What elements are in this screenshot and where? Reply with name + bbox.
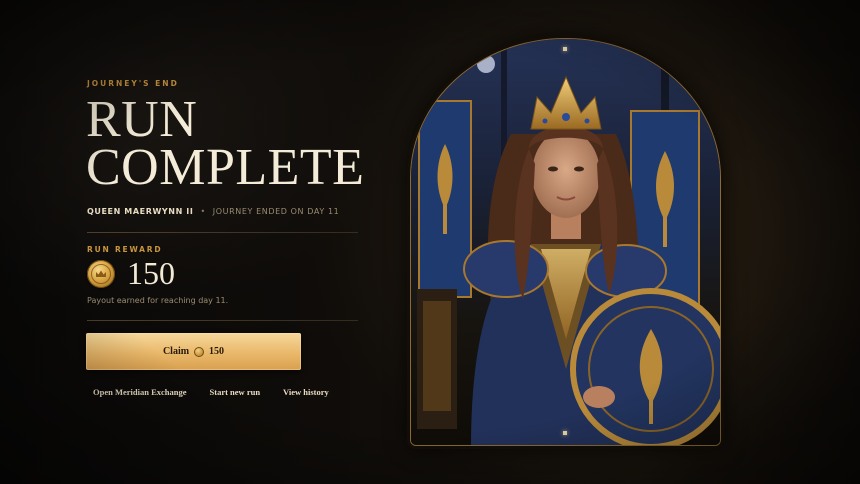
- claim-label: Claim: [162, 346, 190, 357]
- run-summary: QUEEN MAERWYNN II • JOURNEY ENDED ON DAY…: [87, 207, 339, 216]
- secondary-actions: Open Meridian Exchange Start new run Vie…: [93, 387, 329, 397]
- divider: [87, 320, 358, 321]
- separator-dot: •: [200, 207, 206, 216]
- journey-status: JOURNEY ENDED ON DAY 11: [212, 207, 340, 216]
- page-title: RUN COMPLETE: [86, 91, 365, 196]
- open-exchange-link[interactable]: Open Meridian Exchange: [93, 387, 187, 397]
- divider: [87, 232, 358, 233]
- reward-label: RUN REWARD: [87, 245, 163, 254]
- title-line-1: RUN: [86, 91, 198, 148]
- eyebrow-label: JOURNEY'S END: [87, 79, 179, 88]
- payout-text: Payout earned for reaching day 11.: [87, 296, 229, 305]
- frame-gem-bottom: [563, 431, 567, 435]
- reward-amount: 150: [127, 255, 175, 291]
- start-new-run-link[interactable]: Start new run: [210, 387, 261, 397]
- title-line-2: COMPLETE: [86, 139, 365, 196]
- claim-amount: 150: [209, 346, 225, 357]
- frame-gem-top: [563, 47, 567, 51]
- hero-name: QUEEN MAERWYNN II: [87, 207, 194, 216]
- view-history-link[interactable]: View history: [283, 387, 329, 397]
- coin-icon: [194, 346, 205, 357]
- queen-portrait: [410, 38, 721, 446]
- claim-button[interactable]: Claim 150: [86, 333, 301, 370]
- crown-coin-icon: [87, 260, 115, 288]
